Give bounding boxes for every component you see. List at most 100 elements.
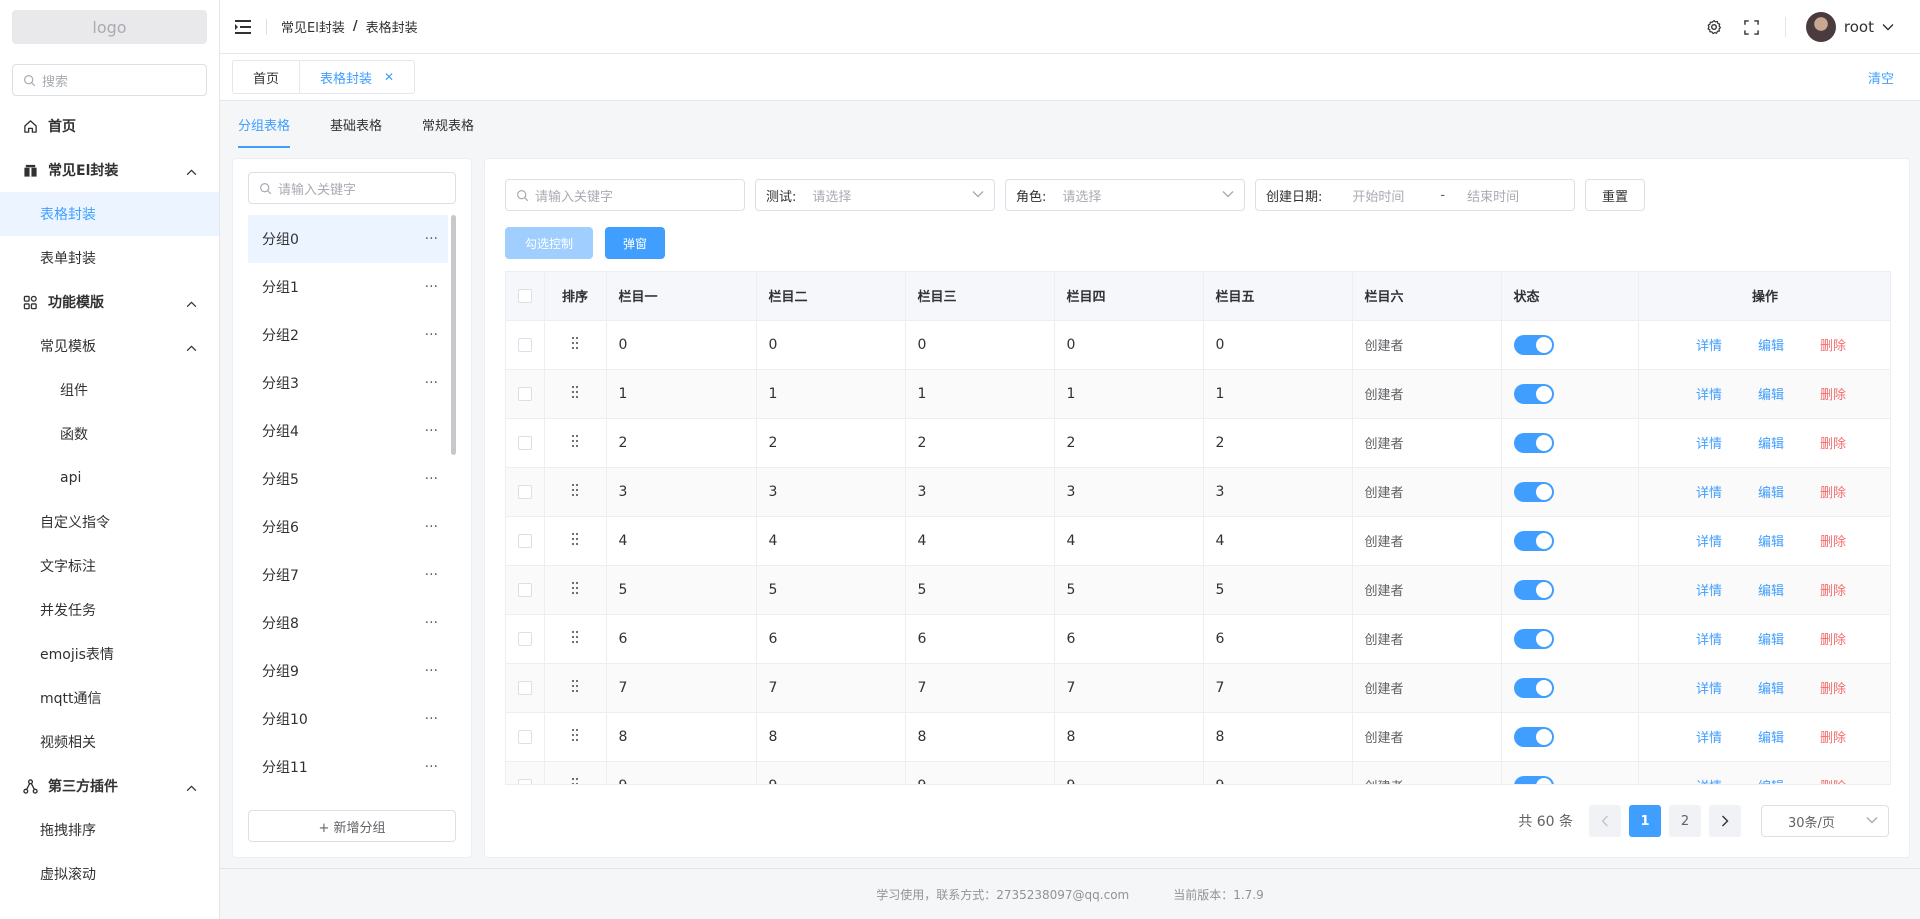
table-row[interactable]: 3 3 3 3 3 创建者 详情 编辑 删除	[506, 467, 1890, 517]
table-row[interactable]: 5 5 5 5 5 创建者 详情 编辑 删除	[506, 565, 1890, 615]
sidebar-item-14[interactable]: 视频相关	[0, 720, 219, 764]
status-switch[interactable]	[1513, 432, 1554, 453]
edit-link[interactable]: 编辑	[1758, 433, 1784, 452]
sidebar-item-0[interactable]: 首页	[0, 104, 219, 148]
tab-group-table[interactable]: 分组表格	[238, 112, 291, 148]
breadcrumb-item-parent[interactable]: 常见El封装	[281, 17, 345, 36]
group-item[interactable]: 分组0 ···	[248, 215, 448, 263]
sidebar-item-2[interactable]: 表格封装	[0, 192, 219, 236]
sidebar-item-13[interactable]: mqtt通信	[0, 676, 219, 720]
detail-link[interactable]: 详情	[1696, 776, 1722, 784]
more-icon[interactable]: ···	[425, 471, 438, 487]
group-item[interactable]: 分组10 ···	[248, 695, 448, 743]
detail-link[interactable]: 详情	[1696, 629, 1722, 648]
page-size-select[interactable]: 30条/页	[1761, 805, 1889, 837]
edit-link[interactable]: 编辑	[1758, 482, 1784, 501]
drag-handle-icon[interactable]	[571, 483, 579, 501]
group-item[interactable]: 分组3 ···	[248, 359, 448, 407]
sidebar-item-1[interactable]: 常见El封装	[0, 148, 219, 192]
edit-link[interactable]: 编辑	[1758, 531, 1784, 550]
row-checkbox[interactable]	[517, 484, 532, 499]
row-checkbox[interactable]	[517, 386, 532, 401]
status-switch[interactable]	[1513, 628, 1554, 649]
edit-link[interactable]: 编辑	[1758, 384, 1784, 403]
gear-icon[interactable]	[1705, 18, 1723, 36]
delete-link[interactable]: 删除	[1820, 678, 1846, 697]
sidebar-item-9[interactable]: 自定义指令	[0, 500, 219, 544]
table-row[interactable]: 4 4 4 4 4 创建者 详情 编辑 删除	[506, 516, 1890, 566]
delete-link[interactable]: 删除	[1820, 433, 1846, 452]
group-item[interactable]: 分组5 ···	[248, 455, 448, 503]
table-row[interactable]: 99999创建者详情编辑删除	[506, 761, 1890, 784]
dialog-button[interactable]: 弹窗	[605, 227, 665, 259]
status-switch[interactable]	[1513, 530, 1554, 551]
row-checkbox[interactable]	[517, 337, 532, 352]
more-icon[interactable]: ···	[425, 231, 438, 247]
more-icon[interactable]: ···	[425, 711, 438, 727]
drag-handle-icon[interactable]	[571, 434, 579, 452]
edit-link[interactable]: 编辑	[1758, 727, 1784, 746]
sidebar-search-input[interactable]: 搜索	[12, 64, 207, 96]
collapse-menu-icon[interactable]	[234, 18, 252, 36]
detail-link[interactable]: 详情	[1696, 678, 1722, 697]
sidebar-item-7[interactable]: 函数	[0, 412, 219, 456]
sidebar-item-3[interactable]: 表单封装	[0, 236, 219, 280]
group-item[interactable]: 分组4 ···	[248, 407, 448, 455]
table-row[interactable]: 1 1 1 1 1 创建者 详情 编辑 删除	[506, 369, 1890, 419]
reset-button[interactable]: 重置	[1585, 179, 1645, 211]
more-icon[interactable]: ···	[425, 279, 438, 295]
status-switch[interactable]	[1513, 726, 1554, 747]
delete-link[interactable]: 删除	[1820, 384, 1846, 403]
row-checkbox[interactable]	[517, 729, 532, 744]
delete-link[interactable]: 删除	[1820, 335, 1846, 354]
page-button-2[interactable]: 2	[1669, 805, 1701, 837]
drag-handle-icon[interactable]	[571, 336, 579, 354]
tab-basic-table[interactable]: 基础表格	[330, 112, 382, 148]
group-item[interactable]: 分组11 ···	[248, 743, 448, 785]
more-icon[interactable]: ···	[425, 327, 438, 343]
sidebar-item-12[interactable]: emojis表情	[0, 632, 219, 676]
edit-link[interactable]: 编辑	[1758, 580, 1784, 599]
drag-handle-icon[interactable]	[571, 532, 579, 550]
edit-link[interactable]: 编辑	[1758, 678, 1784, 697]
drag-handle-icon[interactable]	[571, 581, 579, 599]
chevron-down-icon[interactable]	[1882, 23, 1894, 31]
sidebar-item-17[interactable]: 虚拟滚动	[0, 852, 219, 896]
prev-page-button[interactable]	[1589, 805, 1621, 837]
clear-tags-button[interactable]: 清空	[1868, 68, 1894, 87]
status-switch[interactable]	[1513, 481, 1554, 502]
row-checkbox[interactable]	[517, 680, 532, 695]
avatar[interactable]	[1805, 12, 1836, 42]
more-icon[interactable]: ···	[425, 663, 438, 679]
table-row[interactable]: 0 0 0 0 0 创建者 详情 编辑 删除	[506, 320, 1890, 370]
status-switch[interactable]	[1513, 334, 1554, 355]
row-checkbox[interactable]	[517, 631, 532, 646]
more-icon[interactable]: ···	[425, 615, 438, 631]
row-checkbox[interactable]	[517, 778, 532, 784]
detail-link[interactable]: 详情	[1696, 433, 1722, 452]
more-icon[interactable]: ···	[425, 375, 438, 391]
next-page-button[interactable]	[1709, 805, 1741, 837]
select-all-checkbox[interactable]	[517, 288, 532, 303]
select-control-button[interactable]: 勾选控制	[505, 227, 593, 259]
more-icon[interactable]: ···	[425, 567, 438, 583]
tab-normal-table[interactable]: 常规表格	[422, 112, 474, 148]
group-item[interactable]: 分组9 ···	[248, 647, 448, 695]
detail-link[interactable]: 详情	[1696, 727, 1722, 746]
delete-link[interactable]: 删除	[1820, 482, 1846, 501]
more-icon[interactable]: ···	[425, 423, 438, 439]
detail-link[interactable]: 详情	[1696, 531, 1722, 550]
drag-handle-icon[interactable]	[571, 728, 579, 746]
sidebar-item-5[interactable]: 常见模板	[0, 324, 219, 368]
sidebar-item-11[interactable]: 并发任务	[0, 588, 219, 632]
role-select[interactable]: 角色: 请选择	[1005, 179, 1245, 211]
row-checkbox[interactable]	[517, 435, 532, 450]
tag-home[interactable]: 首页	[233, 61, 299, 93]
more-icon[interactable]: ···	[425, 519, 438, 535]
detail-link[interactable]: 详情	[1696, 384, 1722, 403]
test-select[interactable]: 测试: 请选择	[755, 179, 995, 211]
status-switch[interactable]	[1513, 775, 1554, 784]
group-item[interactable]: 分组6 ···	[248, 503, 448, 551]
sidebar-item-8[interactable]: api	[0, 456, 219, 500]
table-row[interactable]: 6 6 6 6 6 创建者 详情 编辑 删除	[506, 614, 1890, 664]
